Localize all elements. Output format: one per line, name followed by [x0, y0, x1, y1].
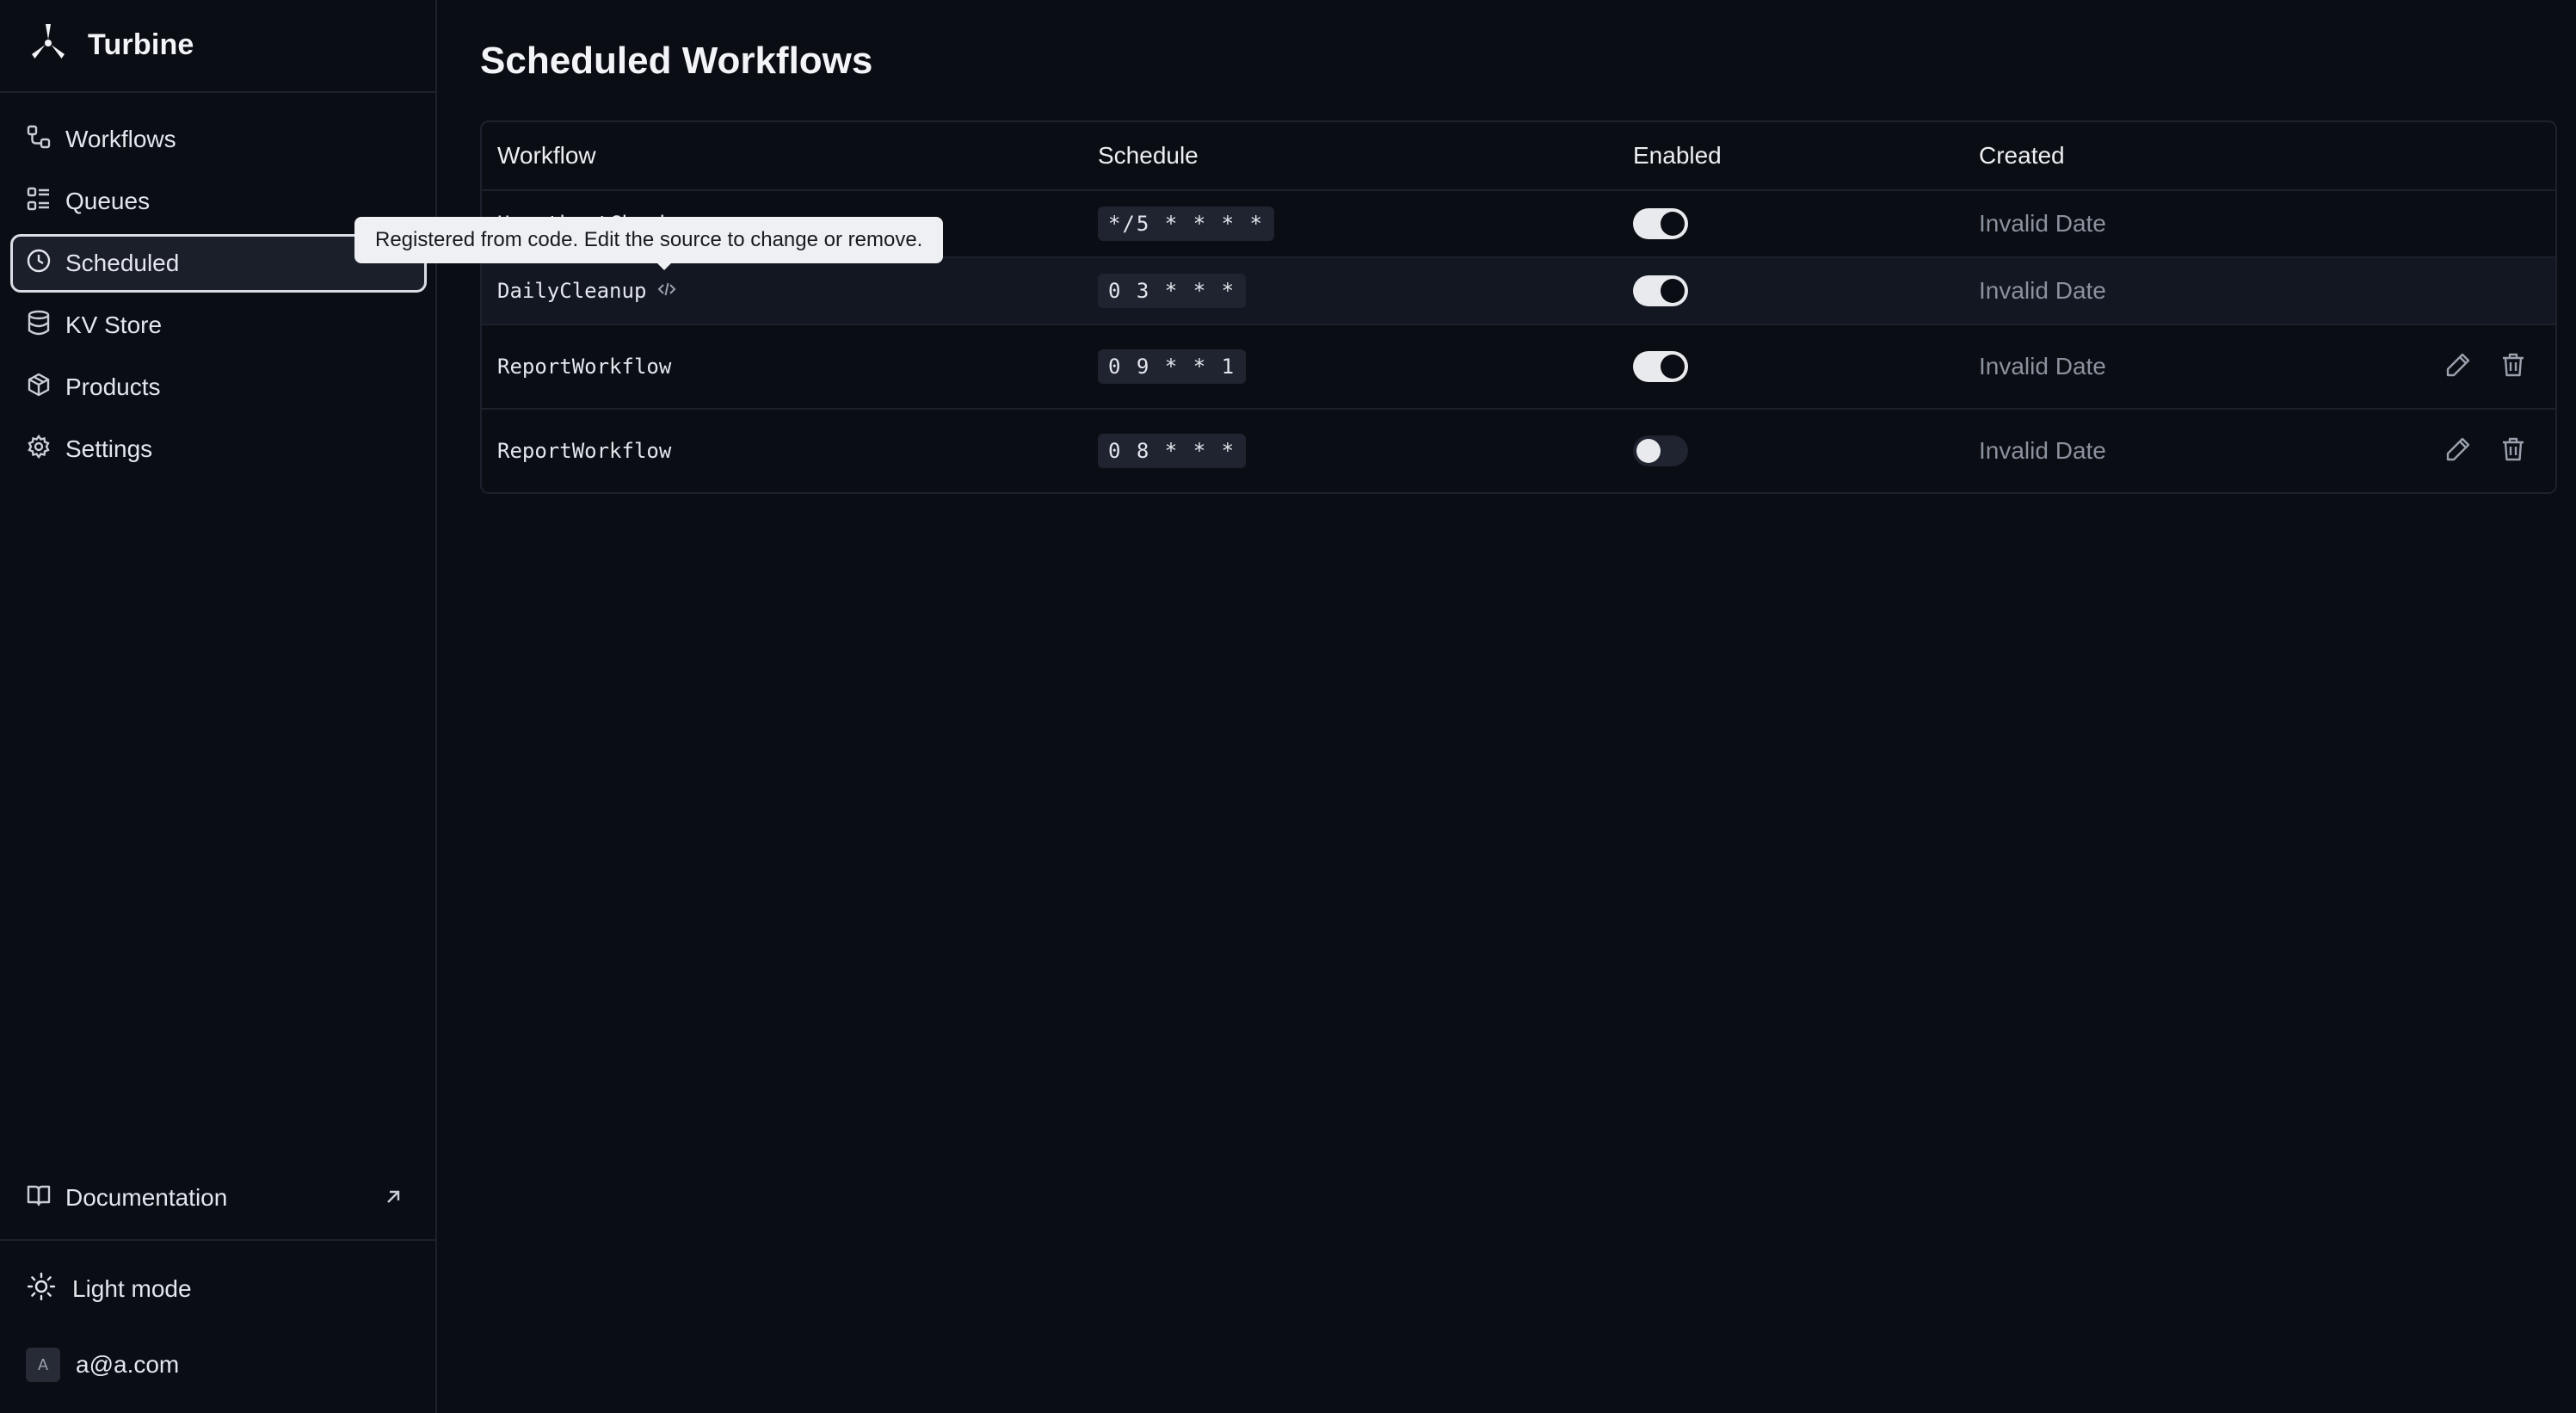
app: Turbine Workflows Queues Scheduled KV St…	[0, 0, 2576, 1413]
created-date: Invalid Date	[1979, 437, 2106, 464]
enabled-cell	[1633, 325, 1688, 408]
brand[interactable]: Turbine	[26, 19, 194, 71]
enabled-toggle[interactable]	[1633, 275, 1688, 306]
tooltip-arrow	[656, 262, 673, 270]
edit-button[interactable]	[2444, 435, 2473, 468]
external-link-icon	[382, 1186, 404, 1214]
created-cell: Invalid Date	[1979, 325, 2106, 408]
gear-icon	[26, 434, 52, 466]
sidebar: Turbine Workflows Queues Scheduled KV St…	[0, 0, 437, 1413]
toggle-knob	[1661, 355, 1685, 379]
edit-button[interactable]	[2444, 350, 2473, 384]
row-actions	[2444, 325, 2528, 408]
workflow-name-cell: ReportWorkflow	[497, 325, 671, 408]
toggle-knob	[1636, 439, 1661, 463]
enabled-toggle[interactable]	[1633, 208, 1688, 239]
toggle-knob	[1661, 279, 1685, 303]
column-header-created: Created	[1979, 142, 2065, 169]
enabled-cell	[1633, 410, 1688, 492]
cron-expression: */5 * * * *	[1098, 207, 1274, 241]
workflow-name: DailyCleanup	[497, 279, 647, 303]
sun-icon	[26, 1271, 57, 1308]
list-icon	[26, 186, 52, 218]
tooltip: Registered from code. Edit the source to…	[354, 217, 944, 263]
sidebar-item-label: Workflows	[65, 126, 176, 152]
sidebar-divider	[0, 1239, 437, 1241]
row-actions	[2444, 410, 2528, 492]
column-header-enabled: Enabled	[1633, 142, 1722, 169]
enabled-cell	[1633, 191, 1688, 256]
workflow-name: ReportWorkflow	[497, 355, 672, 379]
package-icon	[26, 372, 52, 404]
pencil-icon	[2444, 350, 2473, 384]
table-row[interactable]: DailyCleanup 0 3 * * * Invalid Date	[482, 258, 2555, 325]
created-date: Invalid Date	[1979, 210, 2106, 237]
sidebar-item-label: KV Store	[65, 312, 163, 338]
workflow-name-cell: ReportWorkflow	[497, 410, 671, 492]
created-date: Invalid Date	[1979, 353, 2106, 379]
turbine-logo-icon	[26, 21, 71, 70]
schedule-cell: 0 9 * * 1	[1098, 325, 1247, 408]
enabled-toggle[interactable]	[1633, 351, 1688, 382]
schedule-cell: 0 3 * * *	[1098, 258, 1247, 324]
user-menu[interactable]: A a@a.com	[26, 1346, 179, 1384]
table-row[interactable]: ReportWorkflow 0 8 * * * Invalid Date	[482, 410, 2555, 492]
code-icon[interactable]	[656, 279, 677, 304]
sidebar-nav: Workflows Queues Scheduled KV Store Prod…	[10, 110, 427, 482]
avatar: A	[26, 1348, 60, 1382]
sidebar-item-label: Queues	[65, 188, 151, 214]
sidebar-item-products[interactable]: Products	[10, 358, 427, 416]
database-icon	[26, 310, 52, 342]
user-email: a@a.com	[76, 1351, 180, 1378]
table-header-row: Workflow Schedule Enabled Created	[482, 122, 2555, 191]
cron-expression: 0 3 * * *	[1098, 274, 1247, 308]
cron-expression: 0 8 * * *	[1098, 434, 1247, 468]
column-header-schedule: Schedule	[1098, 142, 1199, 169]
workflow-name-cell: DailyCleanup	[497, 258, 677, 324]
theme-toggle-button[interactable]: Light mode	[26, 1265, 192, 1313]
sidebar-item-workflows[interactable]: Workflows	[10, 110, 427, 169]
schedule-cell: 0 8 * * *	[1098, 410, 1247, 492]
documentation-link[interactable]: Documentation	[26, 1174, 404, 1222]
delete-button[interactable]	[2499, 350, 2528, 384]
created-cell: Invalid Date	[1979, 191, 2106, 256]
cron-expression: 0 9 * * 1	[1098, 349, 1247, 384]
sidebar-item-label: Scheduled	[65, 250, 180, 276]
sidebar-item-settings[interactable]: Settings	[10, 420, 427, 478]
page-title: Scheduled Workflows	[480, 40, 873, 82]
toggle-knob	[1661, 212, 1685, 236]
sidebar-divider	[0, 91, 437, 93]
documentation-label: Documentation	[65, 1184, 228, 1211]
scheduled-workflows-table: Workflow Schedule Enabled Created Heartb…	[480, 120, 2557, 494]
clock-icon	[26, 248, 52, 280]
created-cell: Invalid Date	[1979, 258, 2106, 324]
trash-icon	[2499, 350, 2528, 384]
delete-button[interactable]	[2499, 435, 2528, 468]
trash-icon	[2499, 435, 2528, 468]
workflow-icon	[26, 124, 52, 156]
sidebar-item-label: Products	[65, 373, 161, 400]
sidebar-item-label: Settings	[65, 435, 153, 462]
theme-toggle-label: Light mode	[72, 1275, 192, 1302]
book-icon	[26, 1182, 52, 1214]
created-cell: Invalid Date	[1979, 410, 2106, 492]
table-row[interactable]: ReportWorkflow 0 9 * * 1 Invalid Date	[482, 325, 2555, 410]
column-header-workflow: Workflow	[497, 142, 596, 169]
app-name: Turbine	[88, 28, 194, 61]
workflow-name: ReportWorkflow	[497, 439, 672, 463]
sidebar-item-kv-store[interactable]: KV Store	[10, 296, 427, 355]
enabled-cell	[1633, 258, 1688, 324]
created-date: Invalid Date	[1979, 277, 2106, 304]
pencil-icon	[2444, 435, 2473, 468]
schedule-cell: */5 * * * *	[1098, 191, 1274, 256]
enabled-toggle[interactable]	[1633, 435, 1688, 466]
